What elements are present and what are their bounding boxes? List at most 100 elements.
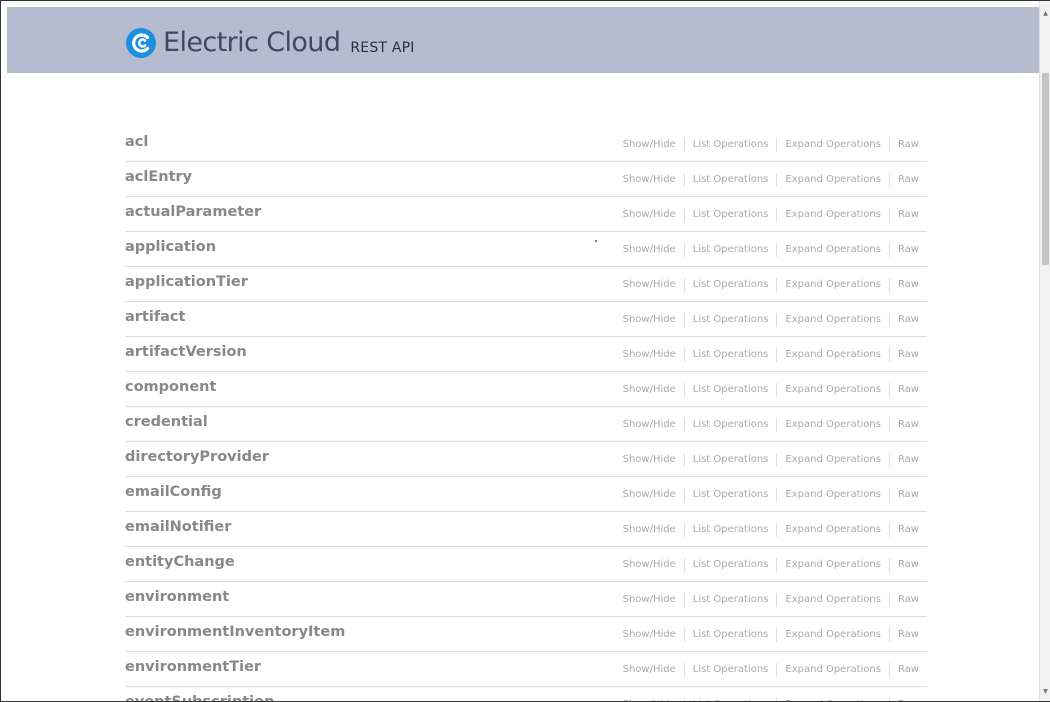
list-operations-link[interactable]: List Operations — [693, 243, 769, 257]
show-hide-link[interactable]: Show/Hide — [623, 488, 676, 502]
raw-link[interactable]: Raw — [898, 523, 919, 537]
brand-name: Electric Cloud — [163, 27, 341, 58]
resource-name-link[interactable]: credential — [125, 413, 208, 431]
raw-link[interactable]: Raw — [898, 593, 919, 607]
expand-operations-link[interactable]: Expand Operations — [785, 383, 881, 397]
resource-name-link[interactable]: actualParameter — [125, 203, 261, 221]
expand-operations-link[interactable]: Expand Operations — [785, 453, 881, 467]
resource-name-link[interactable]: applicationTier — [125, 273, 248, 291]
divider — [776, 173, 778, 187]
raw-link[interactable]: Raw — [898, 278, 919, 292]
list-operations-link[interactable]: List Operations — [693, 313, 769, 327]
expand-operations-link[interactable]: Expand Operations — [785, 418, 881, 432]
show-hide-link[interactable]: Show/Hide — [623, 138, 676, 152]
raw-link[interactable]: Raw — [898, 488, 919, 502]
raw-link[interactable]: Raw — [898, 383, 919, 397]
list-operations-link[interactable]: List Operations — [693, 173, 769, 187]
show-hide-link[interactable]: Show/Hide — [623, 593, 676, 607]
list-operations-link[interactable]: List Operations — [693, 593, 769, 607]
scrollbar-thumb[interactable] — [1042, 73, 1049, 265]
list-operations-link[interactable]: List Operations — [693, 383, 769, 397]
raw-link[interactable]: Raw — [898, 418, 919, 432]
raw-link[interactable]: Raw — [898, 453, 919, 467]
resource-name-link[interactable]: directoryProvider — [125, 448, 269, 466]
divider — [776, 453, 778, 467]
brand-logo[interactable]: Electric Cloud REST API — [125, 27, 415, 59]
raw-link[interactable]: Raw — [898, 628, 919, 642]
expand-operations-link[interactable]: Expand Operations — [785, 698, 881, 701]
resource-name-link[interactable]: aclEntry — [125, 168, 192, 186]
resource-name-link[interactable]: environmentTier — [125, 658, 261, 676]
divider — [888, 208, 890, 222]
expand-operations-link[interactable]: Expand Operations — [785, 208, 881, 222]
resource-name-link[interactable]: environmentInventoryItem — [125, 623, 345, 641]
list-operations-link[interactable]: List Operations — [693, 208, 769, 222]
divider — [888, 628, 890, 642]
expand-operations-link[interactable]: Expand Operations — [785, 628, 881, 642]
show-hide-link[interactable]: Show/Hide — [623, 278, 676, 292]
list-operations-link[interactable]: List Operations — [693, 488, 769, 502]
show-hide-link[interactable]: Show/Hide — [623, 663, 676, 677]
expand-operations-link[interactable]: Expand Operations — [785, 558, 881, 572]
expand-operations-link[interactable]: Expand Operations — [785, 488, 881, 502]
resource-actions: Show/Hide List Operations Expand Operation… — [623, 663, 919, 677]
list-operations-link[interactable]: List Operations — [693, 138, 769, 152]
expand-operations-link[interactable]: Expand Operations — [785, 348, 881, 362]
raw-link[interactable]: Raw — [898, 173, 919, 187]
resource-name-link[interactable]: application — [125, 238, 216, 256]
divider — [888, 698, 890, 701]
resource-name-link[interactable]: entityChange — [125, 553, 235, 571]
list-operations-link[interactable]: List Operations — [693, 628, 769, 642]
scroll-up-arrow-icon[interactable]: ▲ — [1040, 7, 1050, 21]
expand-operations-link[interactable]: Expand Operations — [785, 243, 881, 257]
expand-operations-link[interactable]: Expand Operations — [785, 593, 881, 607]
resource-name-link[interactable]: acl — [125, 133, 148, 151]
expand-operations-link[interactable]: Expand Operations — [785, 138, 881, 152]
list-operations-link[interactable]: List Operations — [693, 663, 769, 677]
show-hide-link[interactable]: Show/Hide — [623, 558, 676, 572]
list-operations-link[interactable]: List Operations — [693, 348, 769, 362]
resource-name-link[interactable]: artifact — [125, 308, 185, 326]
divider — [888, 523, 890, 537]
show-hide-link[interactable]: Show/Hide — [623, 383, 676, 397]
raw-link[interactable]: Raw — [898, 558, 919, 572]
show-hide-link[interactable]: Show/Hide — [623, 208, 676, 222]
list-operations-link[interactable]: List Operations — [693, 278, 769, 292]
show-hide-link[interactable]: Show/Hide — [623, 523, 676, 537]
show-hide-link[interactable]: Show/Hide — [623, 243, 676, 257]
list-operations-link[interactable]: List Operations — [693, 418, 769, 432]
show-hide-link[interactable]: Show/Hide — [623, 418, 676, 432]
show-hide-link[interactable]: Show/Hide — [623, 348, 676, 362]
raw-link[interactable]: Raw — [898, 663, 919, 677]
divider — [683, 313, 685, 327]
show-hide-link[interactable]: Show/Hide — [623, 313, 676, 327]
resource-actions: Show/Hide List Operations Expand Operation… — [623, 418, 919, 432]
raw-link[interactable]: Raw — [898, 243, 919, 257]
resource-name-link[interactable]: emailConfig — [125, 483, 222, 501]
expand-operations-link[interactable]: Expand Operations — [785, 523, 881, 537]
expand-operations-link[interactable]: Expand Operations — [785, 278, 881, 292]
raw-link[interactable]: Raw — [898, 698, 919, 701]
show-hide-link[interactable]: Show/Hide — [623, 173, 676, 187]
show-hide-link[interactable]: Show/Hide — [623, 628, 676, 642]
raw-link[interactable]: Raw — [898, 348, 919, 362]
list-operations-link[interactable]: List Operations — [693, 698, 769, 701]
scroll-down-arrow-icon[interactable]: ▼ — [1040, 685, 1050, 699]
resource-name-link[interactable]: emailNotifier — [125, 518, 231, 536]
resource-name-link[interactable]: eventSubscription — [125, 693, 274, 701]
resource-name-link[interactable]: environment — [125, 588, 229, 606]
raw-link[interactable]: Raw — [898, 138, 919, 152]
show-hide-link[interactable]: Show/Hide — [623, 698, 676, 701]
raw-link[interactable]: Raw — [898, 313, 919, 327]
raw-link[interactable]: Raw — [898, 208, 919, 222]
resource-name-link[interactable]: component — [125, 378, 216, 396]
show-hide-link[interactable]: Show/Hide — [623, 453, 676, 467]
list-operations-link[interactable]: List Operations — [693, 558, 769, 572]
list-operations-link[interactable]: List Operations — [693, 453, 769, 467]
expand-operations-link[interactable]: Expand Operations — [785, 313, 881, 327]
vertical-scrollbar[interactable]: ▲ ▼ — [1039, 1, 1050, 701]
resource-name-link[interactable]: artifactVersion — [125, 343, 247, 361]
list-operations-link[interactable]: List Operations — [693, 523, 769, 537]
expand-operations-link[interactable]: Expand Operations — [785, 663, 881, 677]
expand-operations-link[interactable]: Expand Operations — [785, 173, 881, 187]
